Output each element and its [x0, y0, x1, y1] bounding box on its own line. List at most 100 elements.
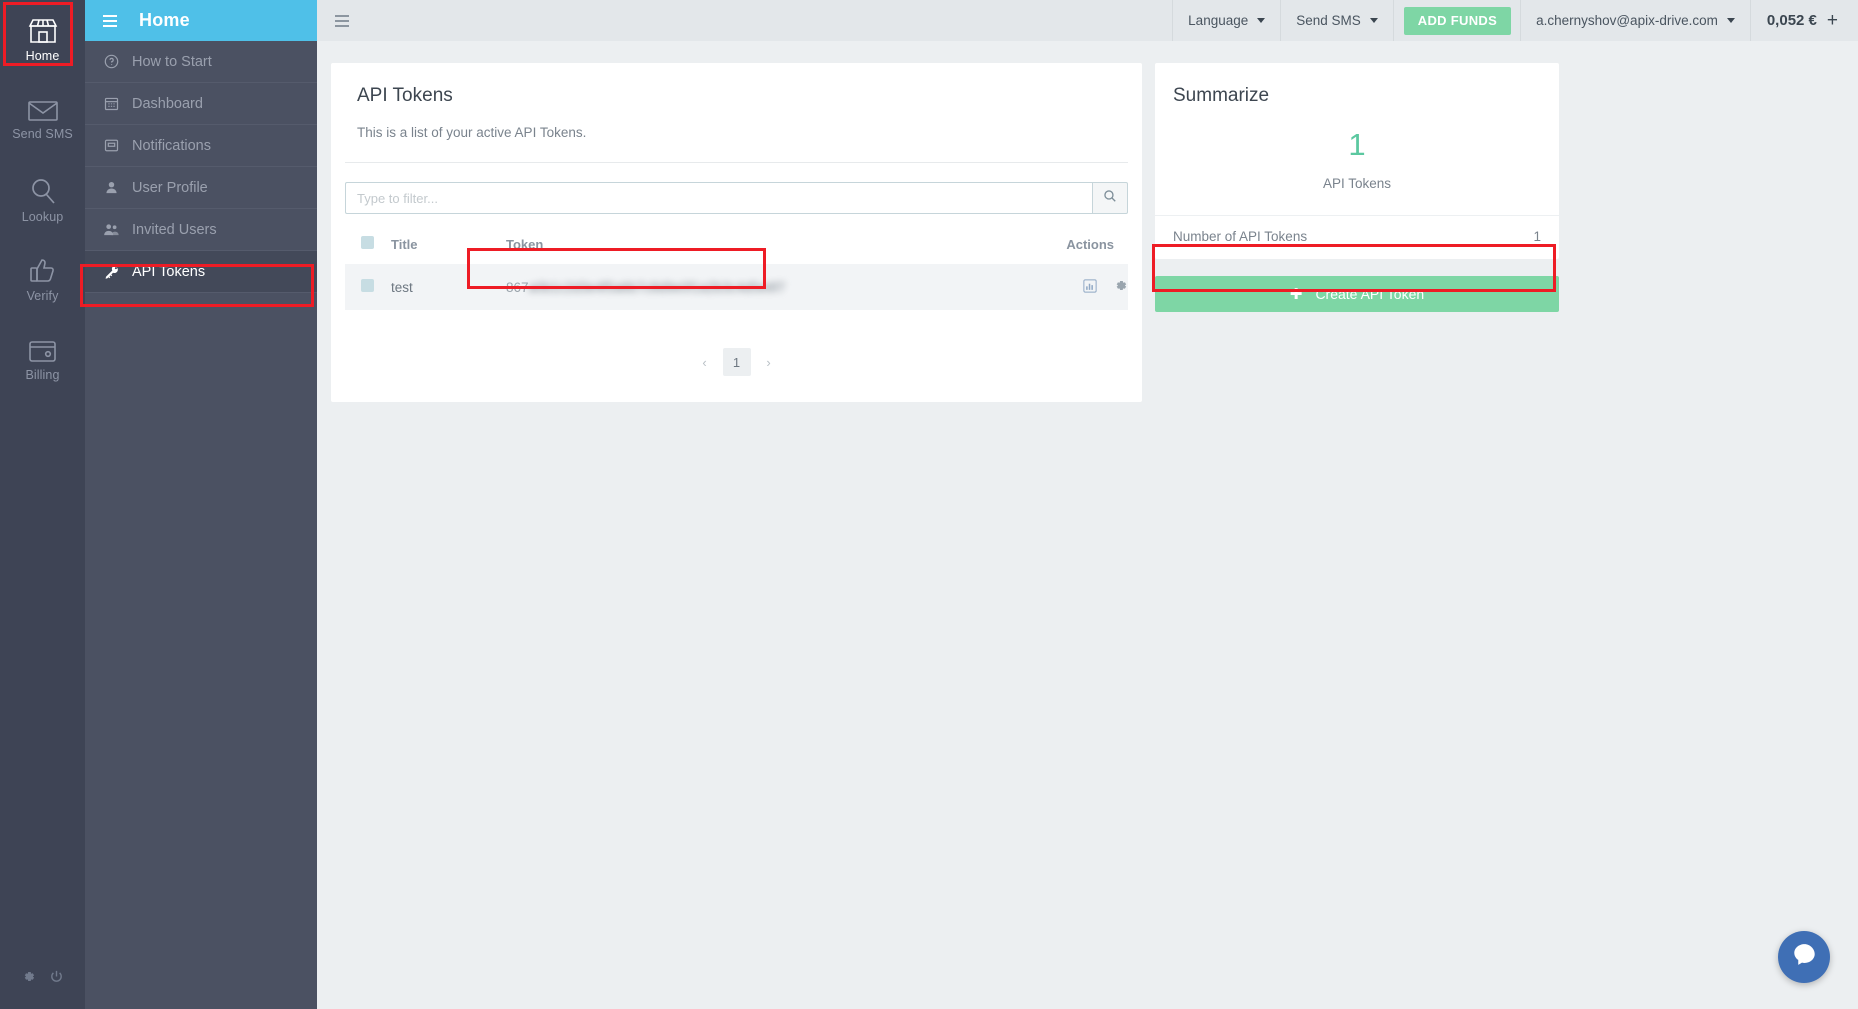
page-subtitle: This is a list of your active API Tokens…: [357, 125, 587, 140]
balance-display[interactable]: 0,052 € +: [1751, 11, 1844, 30]
select-all-cell: [345, 236, 391, 264]
power-icon[interactable]: [49, 969, 64, 989]
calendar-icon: [103, 96, 120, 111]
icon-rail: Home Send SMS Lookup Verify Billing: [0, 0, 85, 1009]
row-title: test: [391, 264, 506, 310]
row-token-cell: 867a0b1c2d3e4f5a6b7c8d9e0f1a2b3c4d5e6f7: [506, 264, 1016, 310]
thumbs-up-icon: [29, 257, 57, 284]
summarize-count: 1: [1348, 127, 1366, 162]
rail-item-home[interactable]: Home: [0, 0, 85, 80]
language-dropdown-label: Language: [1188, 13, 1249, 28]
account-dropdown[interactable]: a.chernyshov@apix-drive.com: [1520, 0, 1751, 41]
table-row[interactable]: test 867a0b1c2d3e4f5a6b7c8d9e0f1a2b3c4d5…: [345, 264, 1128, 310]
menu-toggle-icon[interactable]: [103, 14, 117, 27]
pagination-prev[interactable]: ‹: [691, 348, 719, 376]
rail-item-label: Billing: [25, 367, 60, 382]
row-actions-cell: [1015, 264, 1128, 310]
gear-icon[interactable]: [21, 969, 36, 989]
rail-item-label: Verify: [26, 289, 59, 303]
user-icon: [103, 180, 120, 195]
search-icon: [1103, 189, 1117, 208]
chevron-down-icon: [1369, 18, 1378, 23]
page-body: API Tokens This is a list of your active…: [317, 41, 1858, 1009]
select-all-checkbox[interactable]: [361, 236, 374, 249]
table-head: Title Token Actions: [345, 236, 1128, 264]
sidebar-title: Home: [139, 10, 190, 30]
store-icon: [28, 18, 58, 44]
balance-amount: 0,052 €: [1766, 12, 1817, 29]
sidebar-item-label: User Profile: [132, 179, 208, 196]
sidebar-item-notifications[interactable]: Notifications: [85, 125, 317, 167]
sidebar-item-label: Dashboard: [132, 95, 203, 112]
summarize-row: Number of API Tokens 1: [1155, 216, 1559, 259]
filter-search-button[interactable]: [1092, 182, 1128, 214]
create-api-token-button[interactable]: ✚ Create API Token: [1155, 276, 1559, 312]
chat-bubble-icon: [1792, 942, 1817, 972]
plus-icon[interactable]: +: [1827, 11, 1838, 30]
create-api-token-label: Create API Token: [1315, 286, 1425, 302]
chevron-down-icon: [1257, 18, 1266, 23]
rail-bottom-actions: [0, 949, 85, 1009]
divider: [345, 162, 1128, 163]
row-token-masked: a0b1c2d3e4f5a6b7c8d9e0f1a2b3c4d5e6f7: [528, 279, 786, 295]
rail-item-label: Lookup: [21, 209, 64, 224]
rail-item-label: Send SMS: [12, 126, 73, 141]
statistics-icon[interactable]: [1083, 278, 1097, 296]
filter-bar: [345, 182, 1128, 214]
rail-item-billing[interactable]: Billing: [0, 320, 85, 400]
settings-gear-icon[interactable]: [1113, 278, 1128, 296]
wallet-icon: [28, 339, 57, 363]
column-header-actions: Actions: [1066, 236, 1114, 252]
question-circle-icon: [103, 54, 120, 69]
pagination-page-1[interactable]: 1: [722, 348, 751, 376]
row-checkbox[interactable]: [361, 279, 374, 292]
summarize-row-value: 1: [1533, 229, 1541, 244]
content-menu-toggle-icon[interactable]: [335, 14, 349, 27]
pagination: ‹ 1 ›: [345, 348, 1128, 376]
sidebar-item-label: Notifications: [132, 137, 211, 154]
chat-launcher-button[interactable]: [1778, 931, 1830, 983]
sidebar-item-how-to-start[interactable]: How to Start: [85, 41, 317, 83]
summarize-count-label: API Tokens: [1322, 176, 1392, 191]
column-header-title: Title: [391, 236, 418, 252]
send-sms-dropdown-label: Send SMS: [1296, 13, 1361, 28]
column-header-token: Token: [506, 236, 544, 252]
sidebar-header: Home: [85, 0, 317, 41]
inbox-icon: [103, 138, 120, 153]
api-tokens-card: API Tokens This is a list of your active…: [331, 63, 1142, 402]
summarize-title: Summarize: [1173, 85, 1270, 106]
table-header-row: Title Token Actions: [345, 236, 1128, 264]
plus-icon: ✚: [1289, 286, 1303, 303]
sidebar-item-api-tokens[interactable]: API Tokens: [85, 251, 317, 293]
chevron-down-icon: [1726, 18, 1735, 23]
envelope-icon: [27, 100, 58, 122]
filter-input[interactable]: [345, 182, 1092, 214]
application-window: Home Send SMS Lookup Verify Billing Home…: [0, 0, 1858, 1009]
api-tokens-table: Title Token Actions test 867a0b1c2d3e4f5…: [345, 236, 1128, 310]
language-dropdown[interactable]: Language: [1172, 0, 1282, 41]
pagination-next[interactable]: ›: [755, 348, 783, 376]
sidebar-item-label: API Tokens: [132, 263, 206, 280]
key-icon: [103, 264, 120, 280]
rail-item-lookup[interactable]: Lookup: [0, 160, 85, 240]
top-bar: Language Send SMS ADD FUNDS a.chernyshov…: [317, 0, 1858, 41]
send-sms-dropdown[interactable]: Send SMS: [1280, 0, 1394, 41]
summarize-row-label: Number of API Tokens: [1173, 229, 1308, 244]
add-funds-button[interactable]: ADD FUNDS: [1403, 6, 1512, 35]
rail-item-send-sms[interactable]: Send SMS: [0, 80, 85, 160]
account-email-label: a.chernyshov@apix-drive.com: [1536, 13, 1718, 28]
rail-item-label: Home: [25, 48, 60, 63]
sidebar-item-label: Invited Users: [132, 221, 217, 238]
users-icon: [103, 222, 120, 237]
row-select-cell: [345, 264, 391, 310]
summarize-card: Summarize 1 API Tokens Number of API Tok…: [1155, 63, 1559, 259]
page-title: API Tokens: [357, 85, 453, 106]
rail-item-verify[interactable]: Verify: [0, 240, 85, 320]
table-body: test 867a0b1c2d3e4f5a6b7c8d9e0f1a2b3c4d5…: [345, 264, 1128, 310]
sidebar-item-user-profile[interactable]: User Profile: [85, 167, 317, 209]
sidebar-item-dashboard[interactable]: Dashboard: [85, 83, 317, 125]
row-token-visible: 867: [506, 279, 529, 295]
sidebar-nav: Home How to Start Dashboard Notification…: [85, 0, 317, 1009]
sidebar-item-invited-users[interactable]: Invited Users: [85, 209, 317, 251]
magnifier-icon: [29, 177, 57, 205]
